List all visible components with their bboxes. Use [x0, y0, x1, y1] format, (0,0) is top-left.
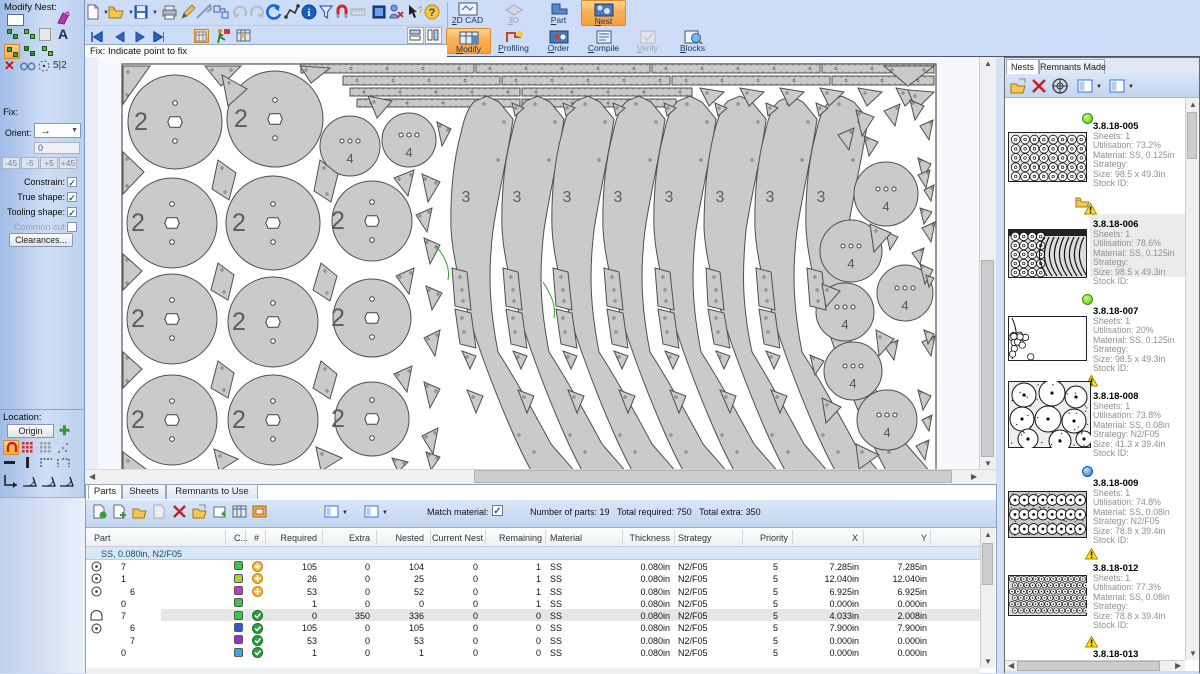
- svg-text:3: 3: [462, 189, 471, 206]
- svg-text:3: 3: [716, 189, 725, 206]
- svg-text:i: i: [307, 7, 310, 19]
- svg-text:4: 4: [901, 298, 908, 313]
- svg-text:?: ?: [429, 7, 436, 19]
- svg-text:3: 3: [766, 189, 775, 206]
- svg-text:2: 2: [331, 304, 345, 332]
- svg-text:2: 2: [134, 108, 148, 136]
- svg-text:2: 2: [331, 405, 345, 433]
- svg-text:4: 4: [841, 317, 848, 332]
- svg-text:4: 4: [847, 256, 854, 271]
- svg-text:3: 3: [614, 189, 623, 206]
- svg-text:2: 2: [131, 406, 145, 434]
- svg-text:2: 2: [131, 209, 145, 237]
- svg-text:2: 2: [232, 209, 246, 237]
- svg-text:4: 4: [882, 199, 889, 214]
- svg-text:4: 4: [849, 376, 856, 391]
- svg-text:2: 2: [234, 105, 248, 133]
- svg-text:2: 2: [331, 207, 345, 235]
- svg-text:2: 2: [131, 305, 145, 333]
- svg-text:2: 2: [232, 308, 246, 336]
- svg-text:3: 3: [665, 189, 674, 206]
- svg-text:2: 2: [232, 406, 246, 434]
- svg-text:3: 3: [513, 189, 522, 206]
- svg-text:?: ?: [418, 5, 422, 15]
- svg-text:4: 4: [405, 145, 412, 160]
- svg-text:4: 4: [346, 151, 353, 166]
- svg-text:3: 3: [817, 189, 826, 206]
- svg-text:3: 3: [563, 189, 572, 206]
- svg-text:4: 4: [883, 425, 890, 440]
